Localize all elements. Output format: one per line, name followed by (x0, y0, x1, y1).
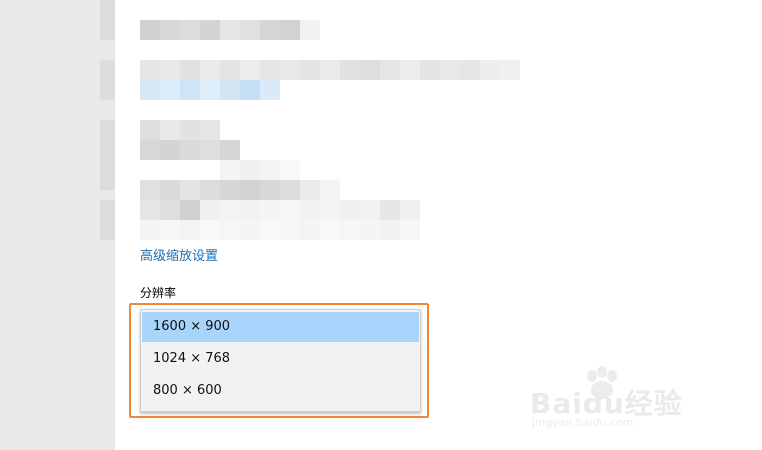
obscured-text-line (140, 20, 320, 40)
blurred-sidebar-item (100, 200, 115, 240)
option-label: 1600 × 900 (153, 319, 231, 334)
resolution-option-800x600[interactable]: 800 × 600 (142, 376, 419, 406)
resolution-option-1024x768[interactable]: 1024 × 768 (142, 344, 419, 374)
resolution-option-1600x900[interactable]: 1600 × 900 (142, 312, 419, 342)
obscured-text-line (140, 120, 240, 140)
blurred-sidebar-item (100, 60, 115, 100)
option-label: 1024 × 768 (153, 351, 231, 366)
advanced-scaling-link[interactable]: 高级缩放设置 (140, 245, 218, 264)
baidu-watermark: Baidu经验 jingyan.baidu.com (530, 366, 720, 432)
blurred-sidebar-item (100, 0, 115, 40)
obscured-text-line (140, 160, 300, 180)
blurred-sidebar-item (100, 120, 115, 190)
obscured-text-line (140, 220, 420, 240)
obscured-text-line (140, 140, 240, 160)
obscured-text-line (140, 200, 420, 220)
watermark-url: jingyan.baidu.com (532, 416, 634, 429)
obscured-text-line (140, 60, 520, 80)
option-label: 800 × 600 (153, 383, 222, 398)
resolution-dropdown-list[interactable]: 1600 × 900 1024 × 768 800 × 600 (140, 309, 421, 412)
resolution-label: 分辨率 (140, 286, 177, 300)
obscured-text-line (140, 180, 340, 200)
sidebar (0, 0, 115, 450)
obscured-link-line (140, 80, 300, 100)
